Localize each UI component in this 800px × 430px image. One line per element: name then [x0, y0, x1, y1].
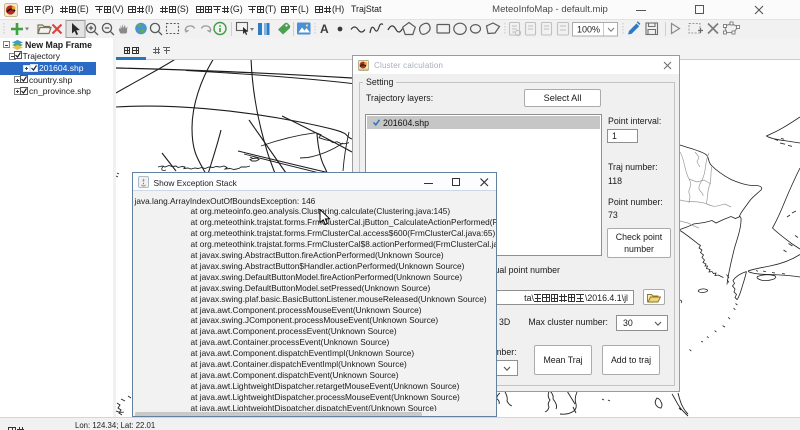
svg-text:A: A	[320, 22, 329, 36]
svg-text:100%: 100%	[577, 25, 600, 35]
